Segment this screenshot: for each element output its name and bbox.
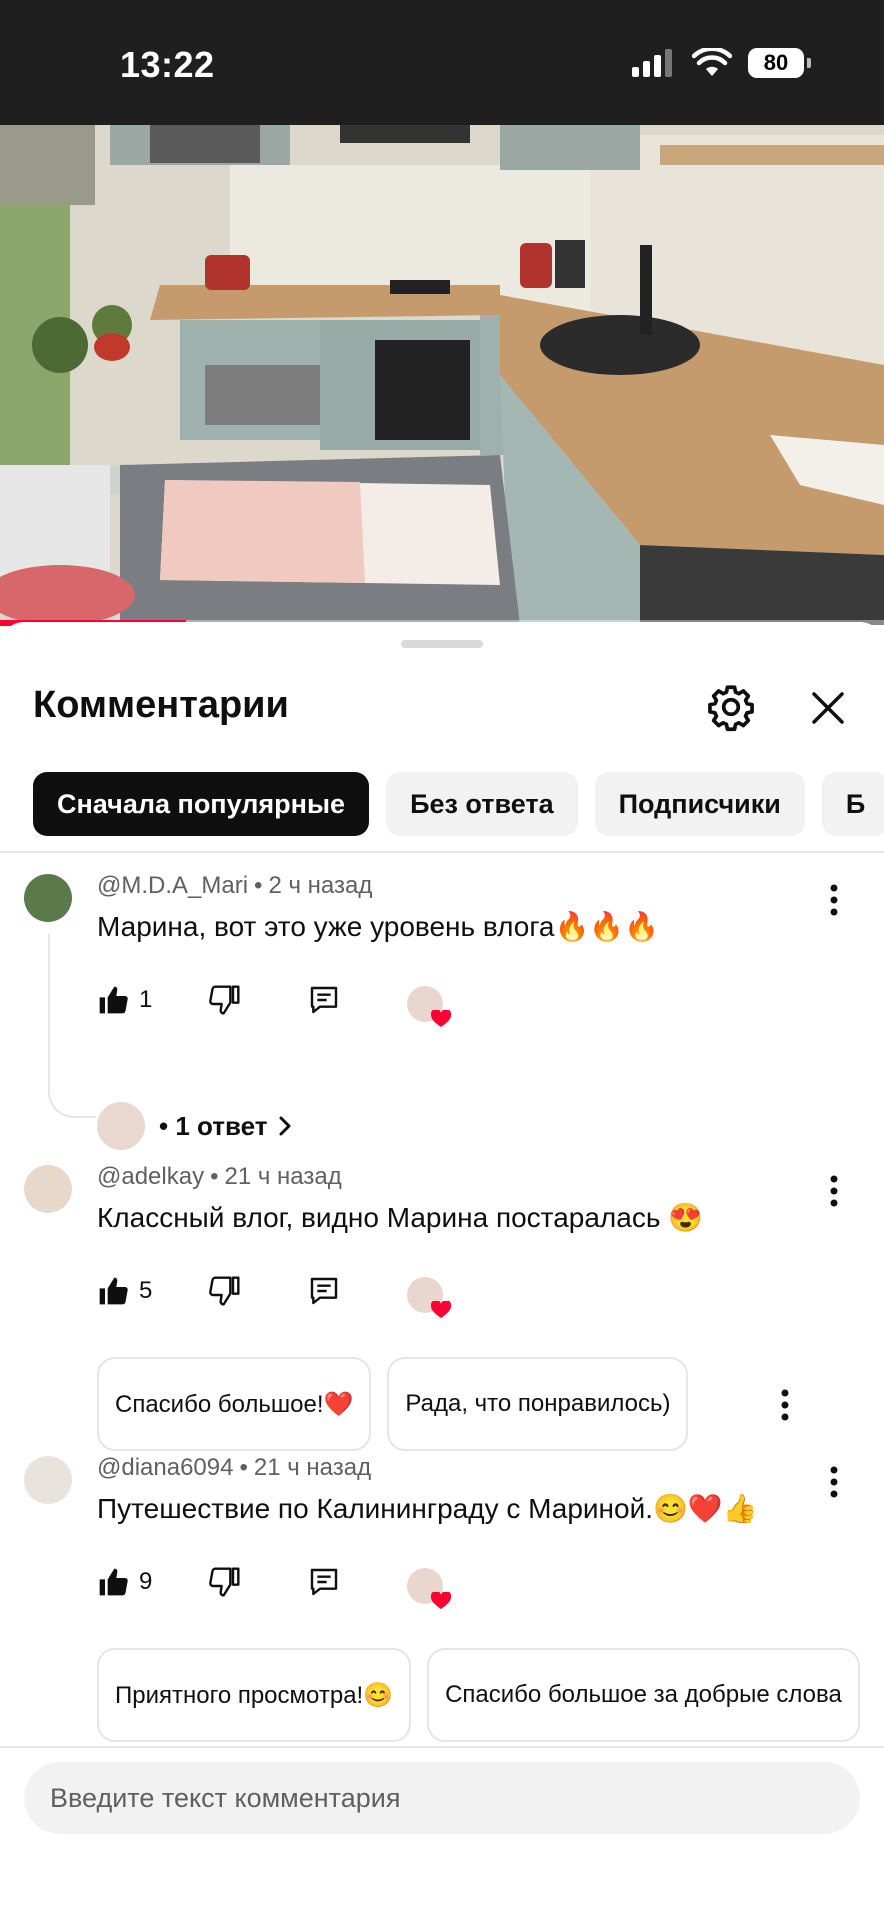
comment-meta: @diana6094 • 21 ч назад xyxy=(97,1454,372,1481)
thumbs-up-icon xyxy=(99,1568,128,1596)
comment-more-button[interactable] xyxy=(822,880,846,920)
comments-sheet: Комментарии Сначала популярные Без ответ… xyxy=(0,622,884,1920)
creator-heart-avatar xyxy=(407,986,451,1027)
dislike-button[interactable] xyxy=(209,1275,241,1307)
reply-button[interactable] xyxy=(307,1275,341,1307)
comment-time: 21 ч назад xyxy=(224,1163,342,1190)
suggested-reply[interactable]: Спасибо большое!❤️ xyxy=(97,1357,372,1451)
video-frame xyxy=(0,125,884,625)
dislike-button[interactable] xyxy=(209,1566,241,1598)
heart-icon xyxy=(431,1592,451,1609)
close-button[interactable] xyxy=(808,688,848,728)
comment-text: Путешествие по Калининграду с Мариной.😊❤… xyxy=(97,1493,758,1524)
chip-unanswered[interactable]: Без ответа xyxy=(386,772,578,836)
comment-time: 2 ч назад xyxy=(268,872,373,899)
comment-more-button[interactable] xyxy=(822,1171,846,1211)
replies-count: • 1 ответ xyxy=(159,1110,268,1141)
chevron-right-icon xyxy=(279,1116,291,1136)
more-vertical-icon xyxy=(830,884,838,916)
more-vertical-icon xyxy=(781,1389,789,1421)
drag-handle[interactable] xyxy=(401,640,483,648)
input-divider xyxy=(0,1746,884,1748)
status-icons: 80 xyxy=(632,48,811,78)
chips-divider xyxy=(0,851,884,853)
suggested-reply[interactable]: Спасибо большое за добрые слова xyxy=(427,1648,860,1742)
status-bar: 13:22 80 xyxy=(0,0,884,125)
comment-text: Марина, вот это уже уровень влога🔥🔥🔥 xyxy=(97,911,660,942)
settings-button[interactable] xyxy=(706,682,756,732)
comment-actions: 1 xyxy=(97,984,497,1034)
comment-actions: 5 xyxy=(97,1275,497,1325)
like-count: 9 xyxy=(139,1568,153,1595)
comment-text: Классный влог, видно Марина постаралась … xyxy=(97,1202,704,1233)
comment-icon xyxy=(310,986,338,1014)
suggested-replies: Спасибо большое!❤️ Рада, что понравилось… xyxy=(97,1357,689,1451)
suggested-replies: Приятного просмотра!😊 Спасибо большое за… xyxy=(97,1648,860,1742)
thumbs-down-icon xyxy=(209,1276,240,1306)
cellular-signal-icon xyxy=(632,49,672,77)
reply-avatar xyxy=(97,1102,145,1150)
suggestions-more-button[interactable] xyxy=(773,1385,797,1425)
like-count: 1 xyxy=(139,986,153,1013)
comment-meta: @M.D.A_Mari • 2 ч назад xyxy=(97,872,373,899)
thread-line xyxy=(48,934,96,1118)
comment-author[interactable]: @M.D.A_Mari xyxy=(97,872,248,899)
thumbs-down-icon xyxy=(209,1567,240,1597)
like-button[interactable]: 9 xyxy=(97,1566,152,1598)
battery-indicator: 80 xyxy=(748,48,811,78)
creator-heart-avatar xyxy=(407,1568,451,1609)
chip-popular-first[interactable]: Сначала популярные xyxy=(33,772,370,836)
comment-actions: 9 xyxy=(97,1566,497,1616)
like-button[interactable]: 1 xyxy=(97,984,152,1016)
heart-icon xyxy=(431,1010,451,1027)
thumbs-up-icon xyxy=(99,986,128,1014)
comment-icon xyxy=(310,1568,338,1596)
chip-more[interactable]: Б xyxy=(821,772,884,836)
reply-button[interactable] xyxy=(307,984,341,1016)
replies-toggle[interactable]: • 1 ответ xyxy=(97,1102,293,1150)
comment-meta: @adelkay • 21 ч назад xyxy=(97,1163,342,1190)
thumbs-up-icon xyxy=(99,1277,128,1305)
heart-icon xyxy=(431,1301,451,1318)
comment-icon xyxy=(310,1277,338,1305)
avatar[interactable] xyxy=(24,1456,72,1504)
like-button[interactable]: 5 xyxy=(97,1275,152,1307)
avatar[interactable] xyxy=(24,1165,72,1213)
creator-heart-avatar xyxy=(407,1277,451,1318)
like-count: 5 xyxy=(139,1277,153,1304)
filter-chips: Сначала популярные Без ответа Подписчики… xyxy=(33,772,884,836)
comment-input[interactable]: Введите текст комментария xyxy=(24,1762,860,1834)
status-time: 13:22 xyxy=(120,44,215,85)
gear-icon xyxy=(708,685,754,732)
reply-button[interactable] xyxy=(307,1566,341,1598)
video-player[interactable] xyxy=(0,125,884,625)
avatar[interactable] xyxy=(24,874,72,922)
suggested-reply[interactable]: Рада, что понравилось) xyxy=(387,1357,689,1451)
comment-author[interactable]: @diana6094 xyxy=(97,1454,233,1481)
sheet-title: Комментарии xyxy=(33,684,289,726)
chip-subscribers[interactable]: Подписчики xyxy=(594,772,805,836)
comment-time: 21 ч назад xyxy=(253,1454,372,1481)
suggested-reply[interactable]: Приятного просмотра!😊 xyxy=(97,1648,412,1742)
dislike-button[interactable] xyxy=(209,984,241,1016)
wifi-icon xyxy=(692,48,732,76)
thumbs-down-icon xyxy=(209,985,240,1015)
more-vertical-icon xyxy=(830,1466,838,1498)
comment-more-button[interactable] xyxy=(822,1462,846,1502)
more-vertical-icon xyxy=(830,1175,838,1207)
close-icon xyxy=(812,692,844,724)
comment-author[interactable]: @adelkay xyxy=(97,1163,204,1190)
